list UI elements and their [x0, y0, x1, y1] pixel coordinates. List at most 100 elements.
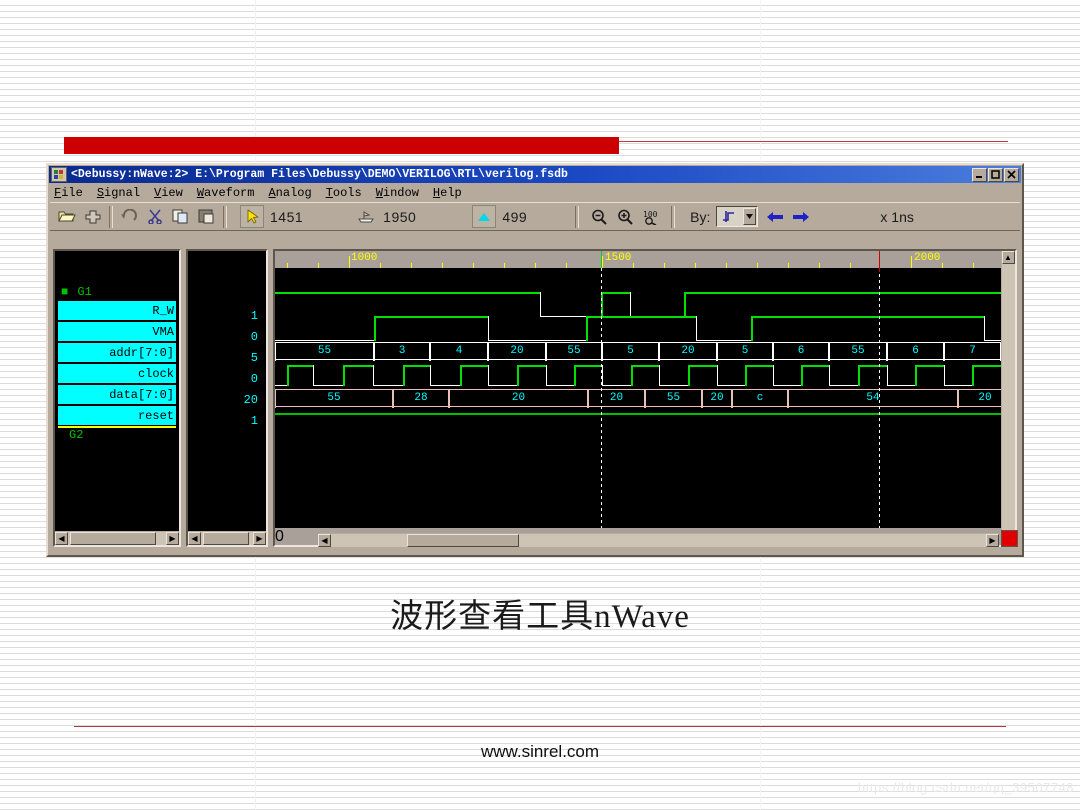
- menu-analog[interactable]: Analog: [268, 186, 311, 200]
- value-rw: 1: [250, 308, 258, 323]
- waveform-hscrollbar[interactable]: ◀ ▶: [318, 533, 999, 547]
- waveform-canvas[interactable]: 1000 1500 2000 55 3 4 20 55 5 20 5 6 55 …: [275, 251, 1001, 545]
- copy-icon[interactable]: [170, 206, 192, 227]
- scissors-icon[interactable]: [144, 206, 166, 227]
- signal-name-pane[interactable]: ■ G1 R_W VMA addr[7:0] clock data[7:0] r…: [53, 249, 181, 547]
- value-pane-hscrollbar[interactable]: ◀ ▶: [188, 531, 266, 545]
- value-addr: 5: [250, 350, 258, 365]
- bus-segment: 20: [659, 342, 717, 361]
- bus-segment: 55: [546, 342, 602, 361]
- scroll-thumb[interactable]: [70, 531, 156, 545]
- chevron-down-icon[interactable]: [743, 208, 757, 225]
- toolbar-separator-4: [671, 205, 676, 228]
- menu-tools[interactable]: Tools: [326, 186, 362, 200]
- maximize-button[interactable]: [988, 167, 1003, 182]
- name-pane-hscrollbar[interactable]: ◀ ▶: [55, 531, 179, 545]
- waveform-pane[interactable]: 1000 1500 2000 55 3 4 20 55 5 20 5 6 55 …: [273, 249, 1017, 547]
- menu-view[interactable]: View: [154, 186, 183, 200]
- scroll-track-vertical[interactable]: [1001, 264, 1015, 532]
- scroll-right-icon[interactable]: ▶: [166, 531, 179, 545]
- scroll-right-icon[interactable]: ▶: [253, 531, 266, 545]
- bus-segment: 20: [958, 389, 1001, 408]
- signal-label: clock: [137, 366, 174, 381]
- signal-row-vma[interactable]: VMA: [58, 322, 176, 341]
- bus-segment: 55: [645, 389, 702, 408]
- scroll-track[interactable]: [331, 533, 986, 547]
- scroll-right-icon[interactable]: ▶: [986, 533, 999, 547]
- scroll-left-icon[interactable]: ◀: [55, 531, 68, 545]
- close-button[interactable]: [1004, 167, 1019, 182]
- bus-segment: 6: [887, 342, 944, 361]
- secondary-cursor-marker: [879, 268, 880, 272]
- signal-row-reset[interactable]: reset: [58, 406, 176, 425]
- ruler-label: 1500: [605, 252, 632, 264]
- signal-label: VMA: [152, 324, 174, 339]
- signal-row-rw[interactable]: R_W: [58, 301, 176, 320]
- zoom-100-icon[interactable]: 100: [640, 206, 662, 227]
- scroll-left-icon[interactable]: ◀: [188, 531, 201, 545]
- signal-row-addr[interactable]: addr[7:0]: [58, 343, 176, 362]
- delta-icon[interactable]: [472, 205, 497, 228]
- ruler-label: 2000: [914, 252, 941, 264]
- scroll-track[interactable]: [201, 531, 253, 545]
- signal-label: reset: [137, 408, 174, 423]
- arrow-left-icon[interactable]: [764, 206, 786, 227]
- signal-value-pane[interactable]: 1 0 5 0 20 1 ◀ ▶: [186, 249, 268, 547]
- bus-segment: 5: [602, 342, 659, 361]
- bus-segment: 28: [393, 389, 449, 408]
- menu-signal[interactable]: Signal: [97, 186, 140, 200]
- scroll-up-icon[interactable]: ▲: [1001, 251, 1015, 264]
- bus-segment: 55: [275, 342, 374, 361]
- paste-icon[interactable]: [196, 206, 218, 227]
- slide-caption: 波形查看工具nWave: [390, 599, 690, 635]
- signal-label: data[7:0]: [109, 387, 174, 402]
- add-signal-icon[interactable]: [82, 206, 104, 227]
- bus-segment: 55: [275, 389, 393, 408]
- primary-cursor[interactable]: [601, 268, 602, 528]
- bus-segment: 20: [449, 389, 588, 408]
- value-data: 20: [243, 392, 258, 407]
- scroll-thumb[interactable]: [203, 531, 249, 545]
- marker-time-value: 1950: [383, 208, 417, 225]
- signal-group-top[interactable]: ■ G1: [55, 285, 179, 299]
- cursor-arrow-icon[interactable]: [240, 205, 264, 228]
- scroll-track[interactable]: [68, 531, 166, 545]
- nwave-window: <Debussy:nWave:2> E:\Program Files\Debus…: [46, 163, 1024, 557]
- bus-segment: c: [732, 389, 788, 408]
- menu-window[interactable]: Window: [376, 186, 419, 200]
- signal-row-clock[interactable]: clock: [58, 364, 176, 383]
- bus-segment: 54: [788, 389, 958, 408]
- open-folder-icon[interactable]: [56, 206, 78, 227]
- time-ruler-top[interactable]: 1000 1500 2000: [275, 251, 1001, 268]
- signal-group-bottom[interactable]: G2: [55, 428, 179, 442]
- window-titlebar: <Debussy:nWave:2> E:\Program Files\Debus…: [49, 166, 1021, 183]
- arrow-right-icon[interactable]: [790, 206, 812, 227]
- menu-file[interactable]: File: [54, 186, 83, 200]
- pane-container: ■ G1 R_W VMA addr[7:0] clock data[7:0] r…: [53, 249, 1017, 547]
- undo-icon[interactable]: [118, 206, 140, 227]
- waveform-traces[interactable]: 55 3 4 20 55 5 20 5 6 55 6 7 *: [275, 268, 1001, 528]
- stop-indicator[interactable]: [1001, 530, 1018, 547]
- delta-time-value: 499: [502, 208, 528, 225]
- signal-label: R_W: [152, 303, 174, 318]
- edge-icon: [717, 209, 743, 224]
- secondary-cursor[interactable]: [879, 268, 880, 528]
- marker-icon[interactable]: [355, 206, 377, 227]
- by-label: By:: [690, 208, 711, 225]
- header-red-banner: [64, 137, 619, 154]
- by-select[interactable]: [716, 206, 759, 227]
- minimize-button[interactable]: [972, 167, 987, 182]
- signal-row-data[interactable]: data[7:0]: [58, 385, 176, 404]
- bus-segment: 3: [374, 342, 430, 361]
- ruler-label: 1000: [351, 252, 378, 264]
- footer-rule: [74, 726, 1006, 727]
- signal-group-top-label: G1: [77, 285, 92, 299]
- zoom-out-icon[interactable]: [588, 206, 610, 227]
- zoom-in-icon[interactable]: [614, 206, 636, 227]
- menu-waveform[interactable]: Waveform: [197, 186, 255, 200]
- waveform-vscrollbar[interactable]: ▲ ▼: [1001, 251, 1015, 545]
- signal-value-list: 1 0 5 0 20 1: [188, 251, 266, 531]
- scroll-thumb[interactable]: [407, 533, 519, 547]
- menu-help[interactable]: Help: [433, 186, 462, 200]
- scroll-left-icon[interactable]: ◀: [318, 533, 331, 547]
